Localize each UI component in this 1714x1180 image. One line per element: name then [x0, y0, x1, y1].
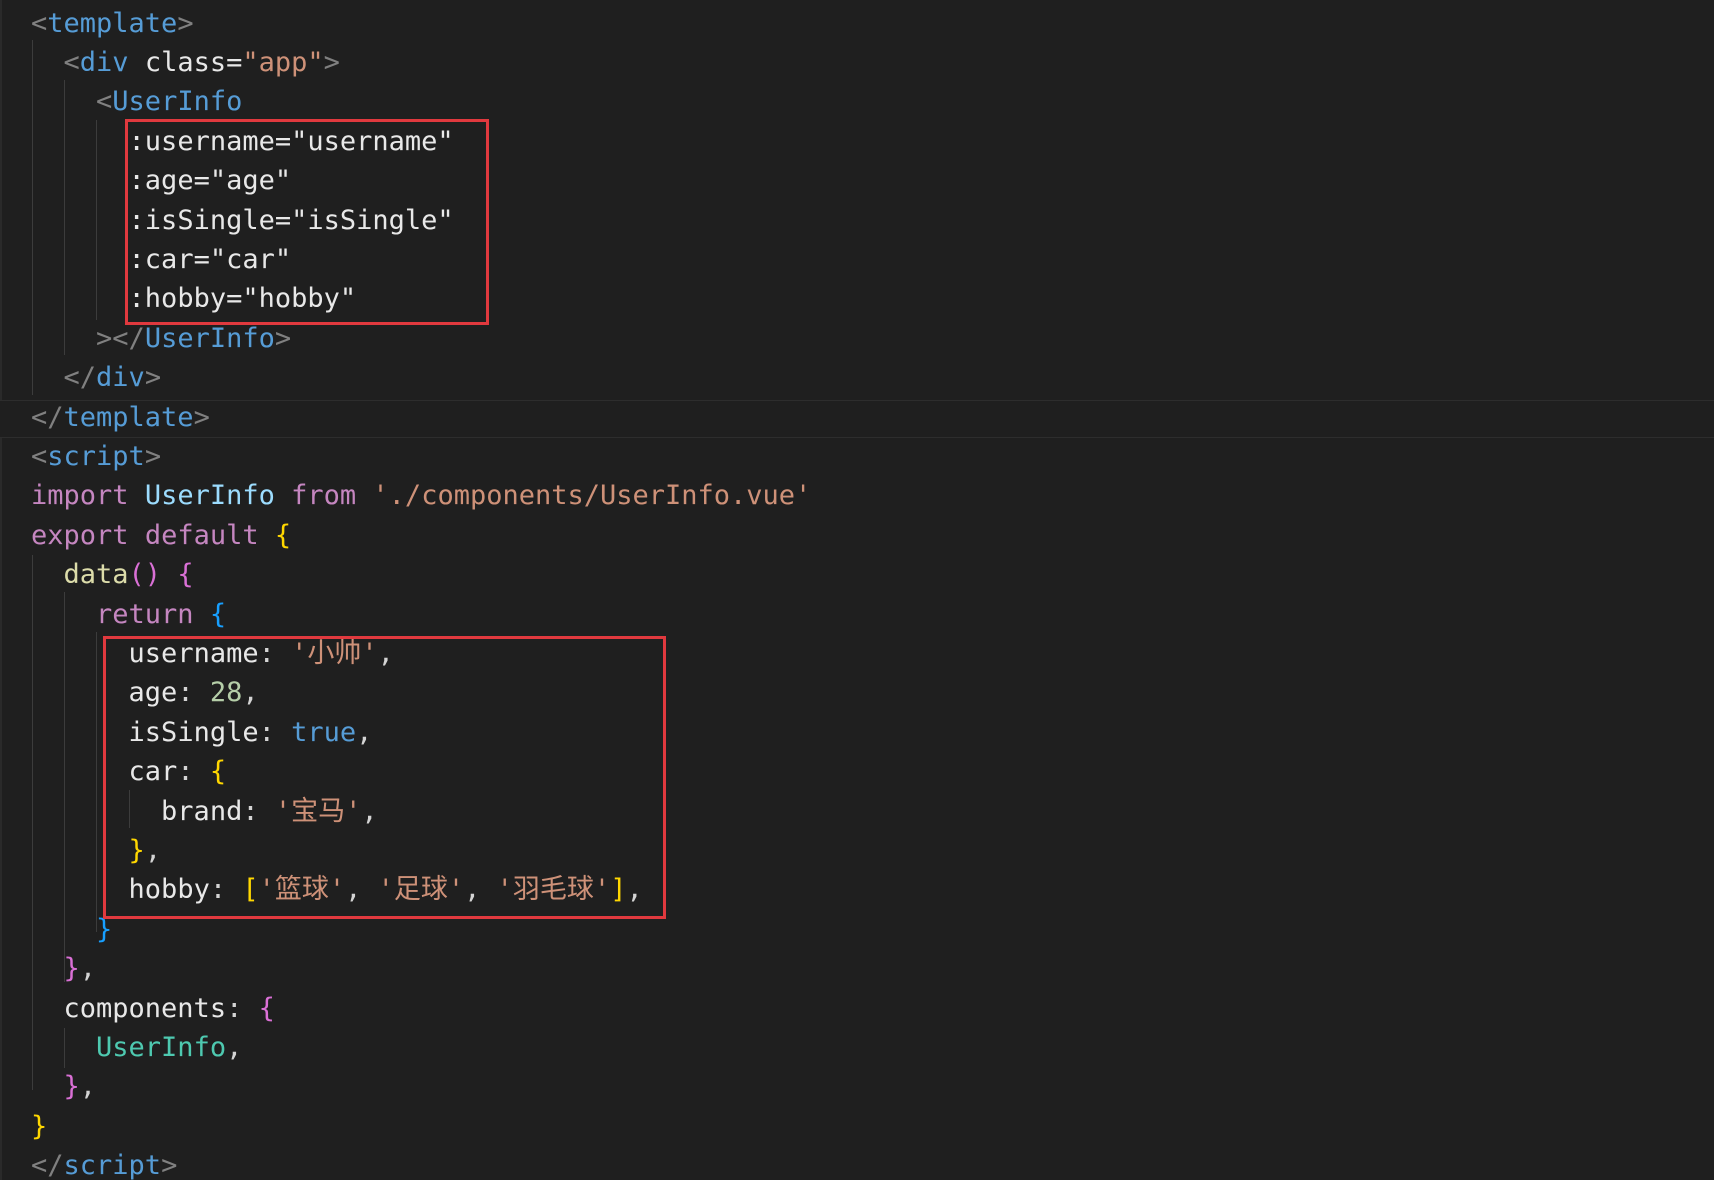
- code-token: <: [96, 86, 113, 118]
- code-token: UserInfo: [112, 86, 243, 118]
- code-token: class: [144, 46, 227, 78]
- code-line[interactable]: UserInfo,: [31, 1028, 242, 1067]
- code-line[interactable]: import UserInfo from './components/UserI…: [31, 476, 811, 515]
- code-line[interactable]: <script>: [31, 437, 161, 476]
- code-token: ,: [79, 953, 97, 985]
- code-token: data: [63, 559, 129, 591]
- code-token: <: [63, 46, 80, 78]
- code-token: >: [323, 46, 340, 78]
- code-token: >: [274, 322, 292, 354]
- code-token: div: [79, 46, 129, 78]
- code-token: <: [31, 7, 48, 39]
- code-token: ,: [79, 1071, 97, 1103]
- code-token: }: [63, 1071, 80, 1103]
- code-line[interactable]: },: [31, 1067, 97, 1106]
- code-line[interactable]: }: [31, 1107, 47, 1146]
- code-token: }: [63, 953, 80, 985]
- code-line[interactable]: return {: [31, 595, 226, 634]
- code-token: return: [96, 598, 194, 630]
- code-line[interactable]: }: [31, 910, 112, 949]
- code-token: ,: [226, 1031, 243, 1063]
- code-token: {: [258, 992, 275, 1024]
- code-token: >: [193, 401, 210, 433]
- code-token: {: [177, 559, 194, 591]
- code-token: script: [63, 1150, 162, 1180]
- data-highlight-box: [103, 636, 666, 919]
- code-token: "app": [242, 46, 324, 78]
- code-token: (): [128, 559, 162, 591]
- code-line[interactable]: components: {: [31, 989, 275, 1028]
- code-line[interactable]: <template>: [31, 4, 194, 43]
- code-token: >: [161, 1150, 178, 1180]
- code-line[interactable]: data() {: [31, 555, 194, 594]
- code-line[interactable]: export default {: [31, 516, 291, 555]
- code-token: default: [144, 519, 259, 551]
- code-line[interactable]: </div>: [31, 358, 162, 397]
- code-line[interactable]: <UserInfo: [31, 82, 242, 121]
- current-line-highlight: [0, 400, 1714, 438]
- code-token: >: [144, 362, 162, 394]
- props-highlight-box: [125, 119, 489, 325]
- code-token: template: [47, 7, 178, 39]
- code-token: './components/UserInfo.vue': [372, 480, 812, 512]
- code-token: UserInfo: [96, 1031, 227, 1063]
- editor-gutter: [0, 0, 2, 1180]
- code-token: template: [63, 401, 194, 433]
- code-editor[interactable]: <template> <div class="app"> <UserInfo :…: [0, 0, 1714, 1180]
- code-token: ></: [96, 322, 145, 354]
- code-token: from: [291, 480, 357, 512]
- code-token: </: [31, 401, 64, 433]
- code-token: }: [31, 1110, 48, 1142]
- code-token: <: [31, 440, 48, 472]
- code-line[interactable]: },: [31, 949, 97, 988]
- code-token: </: [31, 1150, 64, 1180]
- code-token: =: [226, 46, 243, 78]
- code-token: div: [96, 362, 145, 394]
- code-token: script: [47, 440, 145, 472]
- code-token: {: [274, 519, 292, 551]
- code-line[interactable]: <div class="app">: [31, 43, 340, 82]
- code-token: components: [63, 992, 227, 1024]
- code-token: export: [31, 519, 129, 551]
- code-token: >: [144, 440, 162, 472]
- code-line[interactable]: </template>: [31, 398, 210, 437]
- code-token: >: [177, 7, 194, 39]
- code-token: </: [63, 362, 97, 394]
- code-token: import: [31, 480, 129, 512]
- code-token: UserInfo: [144, 480, 275, 512]
- code-token: {: [209, 598, 227, 630]
- code-token: :: [226, 992, 259, 1024]
- code-token: UserInfo: [144, 322, 275, 354]
- code-line[interactable]: </script>: [31, 1146, 177, 1180]
